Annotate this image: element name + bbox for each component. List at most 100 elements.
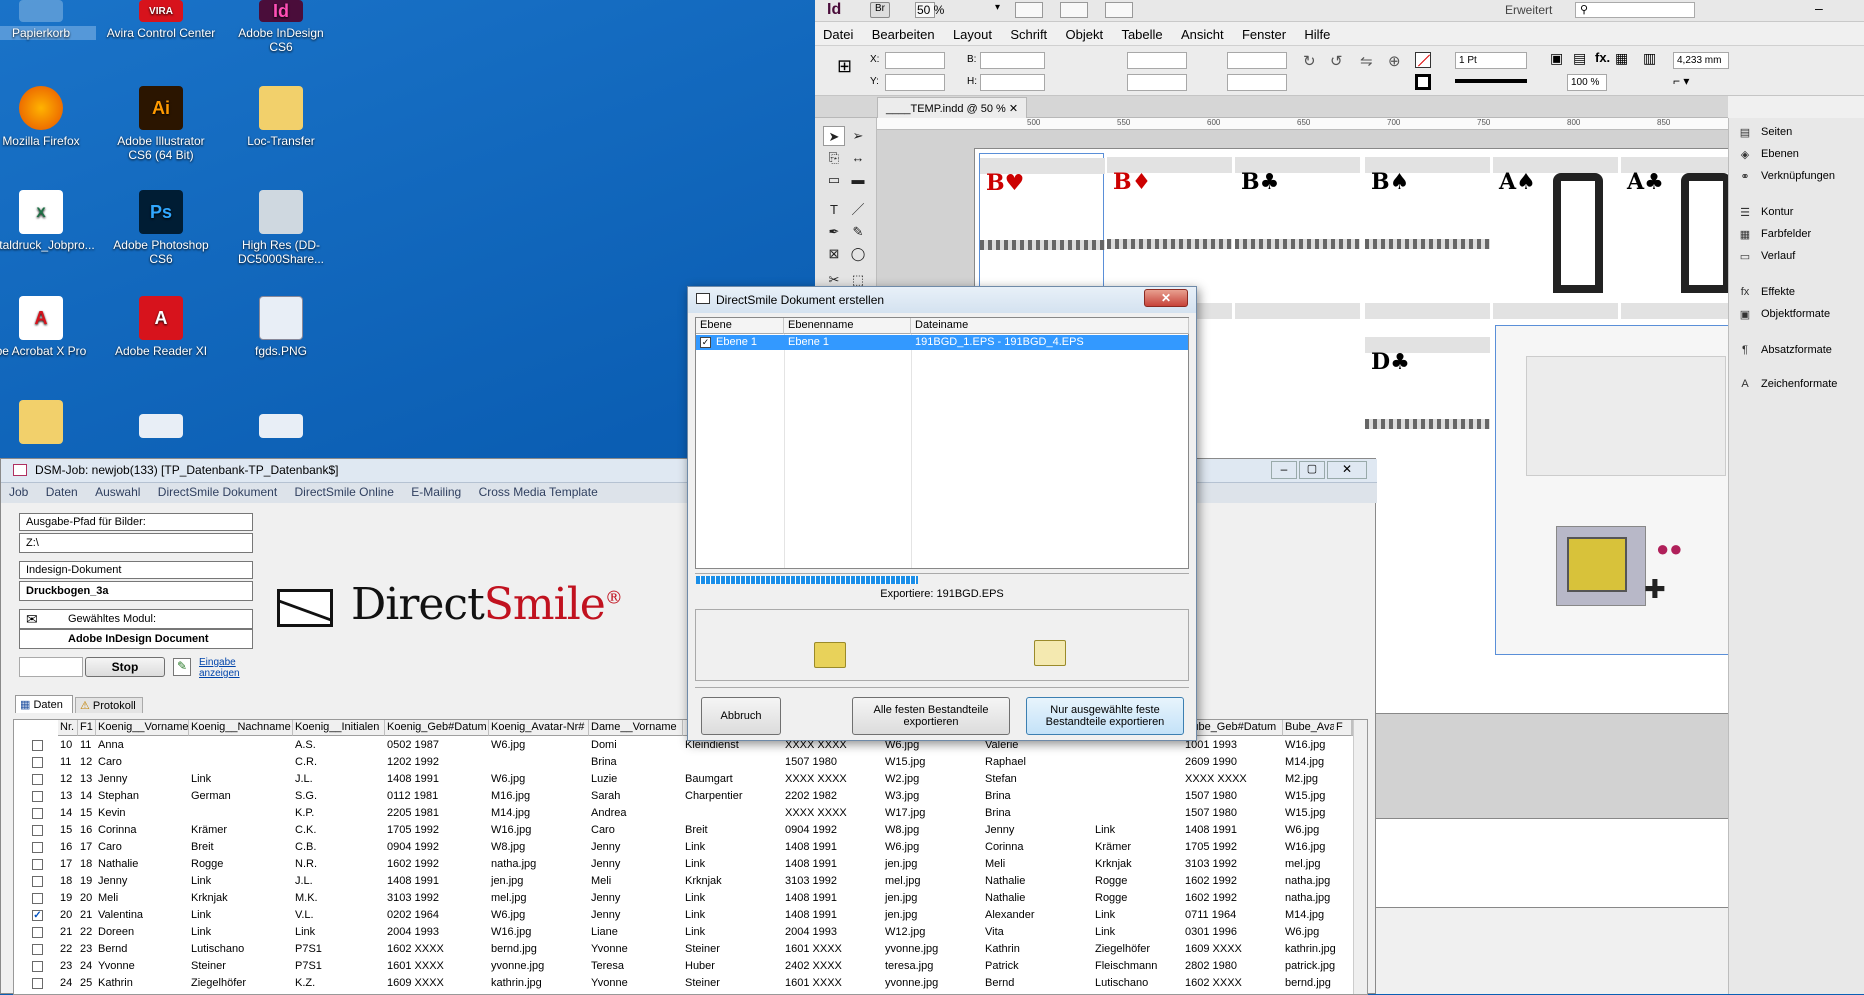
fit-frame-icon[interactable]: ▤ [1573,50,1586,67]
stroke-swatch-icon[interactable] [1415,74,1431,90]
row-checkbox[interactable] [32,774,43,785]
minimize-icon[interactable]: – [1815,0,1823,16]
column-header[interactable]: F [1334,720,1352,736]
vertical-scrollbar[interactable] [1353,720,1367,994]
column-header-dateiname[interactable]: Dateiname [911,318,1189,334]
stroke-weight-select[interactable]: 1 Pt [1455,52,1527,69]
menu-directsmile-dokument[interactable]: DirectSmile Dokument [158,485,277,499]
row-checkbox[interactable] [32,859,43,870]
desktop-icon-reader[interactable]: A Adobe Reader XI [106,296,216,358]
menu-daten[interactable]: Daten [46,485,78,499]
panel-farbfelder[interactable]: ▦ Farbfelder [1737,224,1811,244]
panel-zeichenformate[interactable]: A Zeichenformate [1737,374,1837,394]
fill-swatch-icon[interactable] [1415,52,1431,68]
menu-e-mailing[interactable]: E-Mailing [411,485,461,499]
y-field[interactable] [885,74,945,91]
panel-verknuepfungen[interactable]: ⚭ Verknüpfungen [1737,166,1835,186]
stroke-type-select[interactable] [1455,79,1527,83]
card-frame[interactable]: D♣ [1365,333,1490,507]
column-header-ebenenname[interactable]: Ebenenname [784,318,911,334]
width-field[interactable] [980,52,1045,69]
column-header[interactable]: Koenig__Initialen [293,720,385,736]
workspace-select[interactable]: Erweitert [1505,3,1552,17]
panel-seiten[interactable]: ▤ Seiten [1737,122,1792,142]
gap-tool-icon[interactable]: ↔ [847,148,869,168]
menu-bearbeiten[interactable]: Bearbeiten [872,27,935,42]
export-selected-button[interactable]: Nur ausgewählte feste Bestandteile expor… [1026,697,1184,735]
module-field[interactable]: Adobe InDesign Document [19,629,253,649]
tab-protokoll[interactable]: ⚠ Protokoll [75,697,143,713]
fx-icon[interactable]: fx. [1595,50,1610,65]
align-icon[interactable]: ▥ [1643,50,1656,67]
content-placer-icon[interactable]: ▬ [847,170,869,190]
folder-icon[interactable] [814,642,846,668]
panel-ebenen[interactable]: ◈ Ebenen [1737,144,1799,164]
card-frame[interactable]: B♣ [1235,153,1360,327]
height-field[interactable] [980,74,1045,91]
column-header-ebene[interactable]: Ebene [696,318,784,334]
table-row[interactable]: 22 23 Bernd Lutischano P7S1 1602 XXXX bernd.jp… [14,941,1354,958]
table-row[interactable]: 11 12 Caro C.R. 1202 1992 Brina 1507 1980 W15.j… [14,754,1354,771]
layer-list[interactable]: Ebene Ebenenname Dateiname ✓ Ebene 1 Ebe… [695,317,1189,569]
row-checkbox[interactable] [32,978,43,989]
close-icon[interactable]: ✕ [1009,103,1018,115]
column-header[interactable]: Koenig__Vorname [96,720,189,736]
table-row[interactable]: 21 22 Doreen Link Link 2004 1993 W16.jpg Liane L… [14,924,1354,941]
row-checkbox[interactable] [32,740,43,751]
row-checkbox[interactable] [32,842,43,853]
desktop-icon-firefox[interactable]: Mozilla Firefox [0,86,96,148]
panel-verlauf[interactable]: ▭ Verlauf [1737,246,1795,266]
desktop-icon-partial-2[interactable] [106,414,216,442]
desktop-icon-partial-3[interactable] [226,414,336,442]
table-row[interactable]: 15 16 Corinna Krämer C.K. 1705 1992 W16.jpg Car… [14,822,1354,839]
gameboy-graphic[interactable]: ●● ✚ [1495,325,1763,655]
screen-mode-button[interactable] [1015,2,1043,18]
panel-absatzformate[interactable]: ¶ Absatzformate [1737,340,1832,360]
data-grid[interactable]: Nr. F1 Koenig__Vorname Koenig__Nachname Koen… [13,719,1368,995]
export-all-button[interactable]: Alle festen Bestandteile exportieren [852,697,1010,735]
stop-button[interactable]: Stop [85,657,165,677]
minimize-button[interactable]: – [1271,461,1297,479]
page-tool-icon[interactable]: ⎘ [823,148,845,168]
column-header[interactable]: Nr. [58,720,78,736]
table-row[interactable]: 18 19 Jenny Link J.L. 1408 1991 jen.jpg Meli Krk… [14,873,1354,890]
row-checkbox[interactable] [32,876,43,887]
menu-cross-media-template[interactable]: Cross Media Template [479,485,598,499]
output-path-field[interactable]: Z:\ [19,533,253,553]
menu-datei[interactable]: Datei [823,27,853,42]
menu-tabelle[interactable]: Tabelle [1121,27,1162,42]
table-row[interactable]: ✓ 20 21 Valentina Link V.L. 0202 1964 W6.jpg Jen… [14,907,1354,924]
menu-layout[interactable]: Layout [953,27,992,42]
line-tool-icon[interactable]: ／ [847,200,869,220]
desktop-icon-fgds[interactable]: fgds.PNG [226,296,336,358]
type-tool-icon[interactable]: T [823,200,845,220]
desktop-icon-photoshop[interactable]: Ps Adobe Photoshop CS6 [106,190,216,266]
table-row[interactable]: 14 15 Kevin K.P. 2205 1981 M14.jpg Andrea XXXX … [14,805,1354,822]
menu-schrift[interactable]: Schrift [1010,27,1047,42]
close-button[interactable]: ✕ [1144,289,1188,307]
column-header[interactable]: Dame__Vorname [589,720,683,736]
direct-selection-tool-icon[interactable]: ➢ [847,126,869,146]
corner-shape-select[interactable]: ⌐ ▾ [1673,74,1689,88]
maximize-button[interactable]: ▢ [1299,461,1325,479]
table-row[interactable]: 24 25 Kathrin Ziegelhöfer K.Z. 1609 XXXX kathr… [14,975,1354,992]
chevron-down-icon[interactable]: ▾ [995,2,1000,13]
content-collector-icon[interactable]: ▭ [823,170,845,190]
arrange-documents-button[interactable] [1060,2,1088,18]
workspace-layout-button[interactable] [1105,2,1133,18]
panel-kontur[interactable]: ☰ Kontur [1737,202,1793,222]
card-frame[interactable]: A♠ [1493,153,1618,327]
rectangle-frame-tool-icon[interactable]: ⊠ [823,244,845,264]
shear-field[interactable] [1227,74,1287,91]
search-input[interactable]: ⚲ [1575,2,1695,18]
row-checkbox[interactable] [32,927,43,938]
bridge-button[interactable]: Br [870,2,890,18]
pencil-tool-icon[interactable]: ✎ [847,222,869,242]
row-checkbox[interactable] [32,893,43,904]
select-container-icon[interactable]: ⊕ [1388,52,1401,70]
desktop-icon-acrobat[interactable]: A be Acrobat X Pro [0,296,96,358]
panel-objektformate[interactable]: ▣ Objektformate [1737,304,1830,324]
table-row[interactable]: 13 14 Stephan German S.G. 0112 1981 M16.jpg Sar… [14,788,1354,805]
desktop-icon-avira[interactable]: VIRA Avira Control Center [106,0,216,40]
tab-daten[interactable]: ▦ Daten [15,695,73,713]
